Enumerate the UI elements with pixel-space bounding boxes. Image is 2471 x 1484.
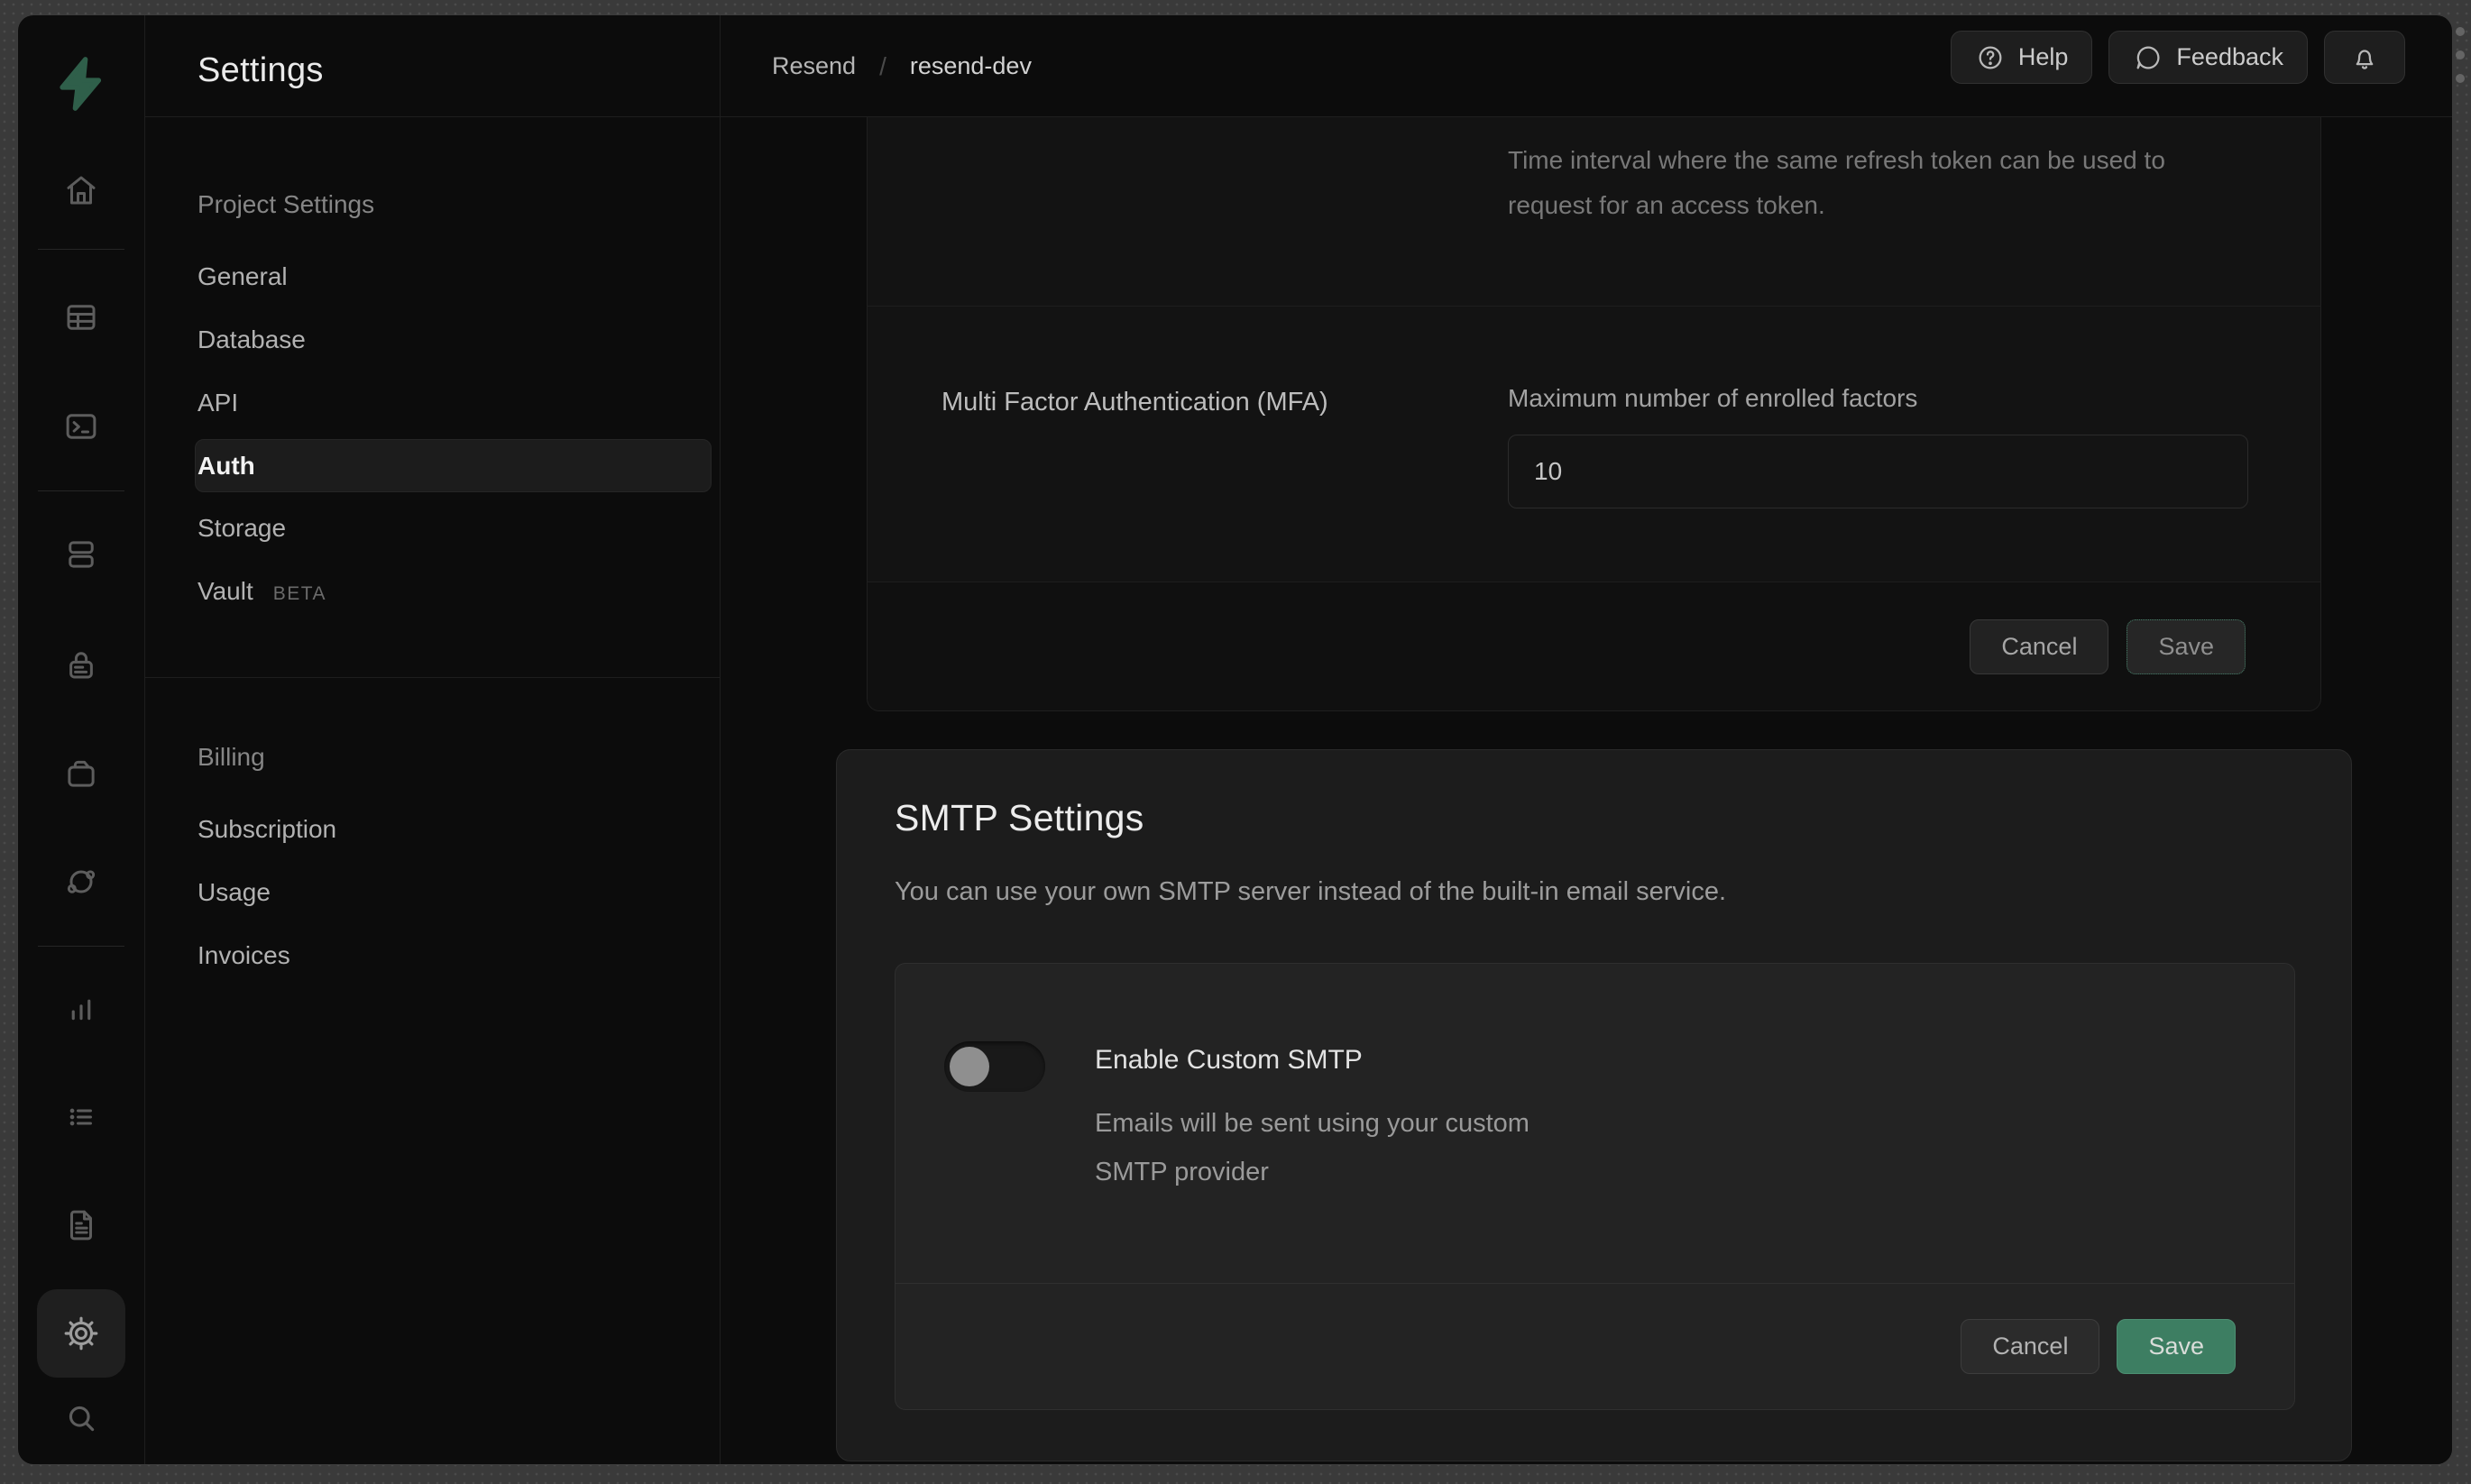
- supabase-logo-icon[interactable]: [53, 56, 109, 115]
- auth-cancel-button[interactable]: Cancel: [1970, 619, 2108, 674]
- beta-badge: BETA: [273, 583, 326, 604]
- nav-active-pill: [195, 439, 712, 492]
- nav-item-vault[interactable]: Vault BETA: [197, 577, 326, 606]
- backdrop-dot: [2456, 50, 2465, 60]
- smtp-settings-description: You can use your own SMTP server instead…: [895, 877, 1726, 907]
- settings-nav-panel: Settings Project Settings General Databa…: [145, 15, 721, 1464]
- search-icon[interactable]: [49, 1386, 114, 1451]
- nav-item-vault-label: Vault: [197, 577, 253, 605]
- nav-item-storage[interactable]: Storage: [197, 514, 286, 543]
- logs-icon[interactable]: [49, 1085, 114, 1150]
- home-icon[interactable]: [49, 158, 114, 223]
- app-window: Settings Project Settings General Databa…: [17, 14, 2453, 1465]
- rail-divider: [38, 249, 124, 250]
- toggle-knob: [950, 1047, 989, 1086]
- database-icon[interactable]: [49, 522, 114, 587]
- breadcrumb-separator: /: [879, 52, 886, 81]
- nav-item-auth[interactable]: Auth: [197, 452, 255, 481]
- nav-item-subscription[interactable]: Subscription: [197, 815, 336, 844]
- speech-bubble-icon: [2133, 42, 2163, 73]
- refresh-token-helper-text: Time interval where the same refresh tok…: [1508, 138, 2256, 228]
- breadcrumb-org[interactable]: Resend: [772, 52, 856, 80]
- bell-icon: [2349, 42, 2380, 73]
- nav-item-invoices[interactable]: Invoices: [197, 941, 290, 970]
- smtp-settings-title: SMTP Settings: [895, 797, 1144, 839]
- backdrop-dot: [2456, 74, 2465, 83]
- rail-divider: [38, 946, 124, 947]
- nav-section-billing: Billing: [197, 743, 265, 772]
- card-divider: [868, 306, 2320, 307]
- notifications-button[interactable]: [2324, 31, 2405, 84]
- help-button-label: Help: [2018, 43, 2069, 71]
- smtp-save-button[interactable]: Save: [2117, 1319, 2236, 1374]
- auth-settings-card: Time interval where the same refresh tok…: [867, 117, 2321, 711]
- auth-save-button[interactable]: Save: [2127, 619, 2246, 674]
- authentication-icon[interactable]: [49, 632, 114, 697]
- smtp-settings-card: SMTP Settings You can use your own SMTP …: [836, 749, 2352, 1461]
- auth-card-footer: Cancel Save: [868, 582, 2320, 710]
- feedback-button-label: Feedback: [2176, 43, 2283, 71]
- page-title: Settings: [197, 51, 324, 90]
- nav-item-general[interactable]: General: [197, 262, 288, 291]
- nav-item-usage[interactable]: Usage: [197, 878, 271, 907]
- rail-divider: [38, 490, 124, 491]
- main-area: Resend / resend-dev Help Feedback: [721, 15, 2452, 1464]
- nav-section-divider: [145, 677, 720, 678]
- desktop-backdrop: { "colors": { "brand_green": "#2f5f4a", …: [0, 0, 2471, 1484]
- enrolled-factors-input[interactable]: [1508, 435, 2248, 508]
- settings-scroll-area: Time interval where the same refresh tok…: [721, 117, 2452, 1464]
- enrolled-factors-label: Maximum number of enrolled factors: [1508, 384, 1917, 413]
- storage-icon[interactable]: [49, 741, 114, 806]
- api-docs-icon[interactable]: [49, 1193, 114, 1258]
- mfa-section-label: Multi Factor Authentication (MFA): [942, 388, 1328, 417]
- help-circle-icon: [1975, 42, 2006, 73]
- enable-custom-smtp-toggle[interactable]: [944, 1041, 1045, 1092]
- nav-item-database[interactable]: Database: [197, 325, 306, 354]
- settings-nav-header: Settings: [145, 15, 720, 117]
- help-button[interactable]: Help: [1951, 31, 2093, 84]
- table-editor-icon[interactable]: [49, 285, 114, 350]
- enable-custom-smtp-description: Emails will be sent using your custom SM…: [1095, 1099, 1600, 1196]
- smtp-cancel-button[interactable]: Cancel: [1961, 1319, 2099, 1374]
- breadcrumb-project[interactable]: resend-dev: [910, 52, 1032, 80]
- icon-sidebar: [18, 15, 145, 1464]
- reports-icon[interactable]: [49, 977, 114, 1042]
- project-settings-icon[interactable]: [49, 1301, 114, 1366]
- edge-functions-icon[interactable]: [49, 849, 114, 914]
- enable-custom-smtp-label: Enable Custom SMTP: [1095, 1045, 1363, 1076]
- smtp-form-panel: Enable Custom SMTP Emails will be sent u…: [895, 963, 2295, 1410]
- feedback-button[interactable]: Feedback: [2108, 31, 2308, 84]
- sql-editor-icon[interactable]: [49, 394, 114, 459]
- backdrop-dot: [2456, 27, 2465, 36]
- header-actions: Help Feedback: [1951, 31, 2405, 84]
- nav-section-project-settings: Project Settings: [197, 190, 374, 219]
- nav-item-api[interactable]: API: [197, 389, 238, 417]
- breadcrumb: Resend / resend-dev: [772, 15, 1032, 117]
- smtp-card-footer: Cancel Save: [896, 1283, 2294, 1409]
- main-header: Resend / resend-dev Help Feedback: [721, 15, 2452, 117]
